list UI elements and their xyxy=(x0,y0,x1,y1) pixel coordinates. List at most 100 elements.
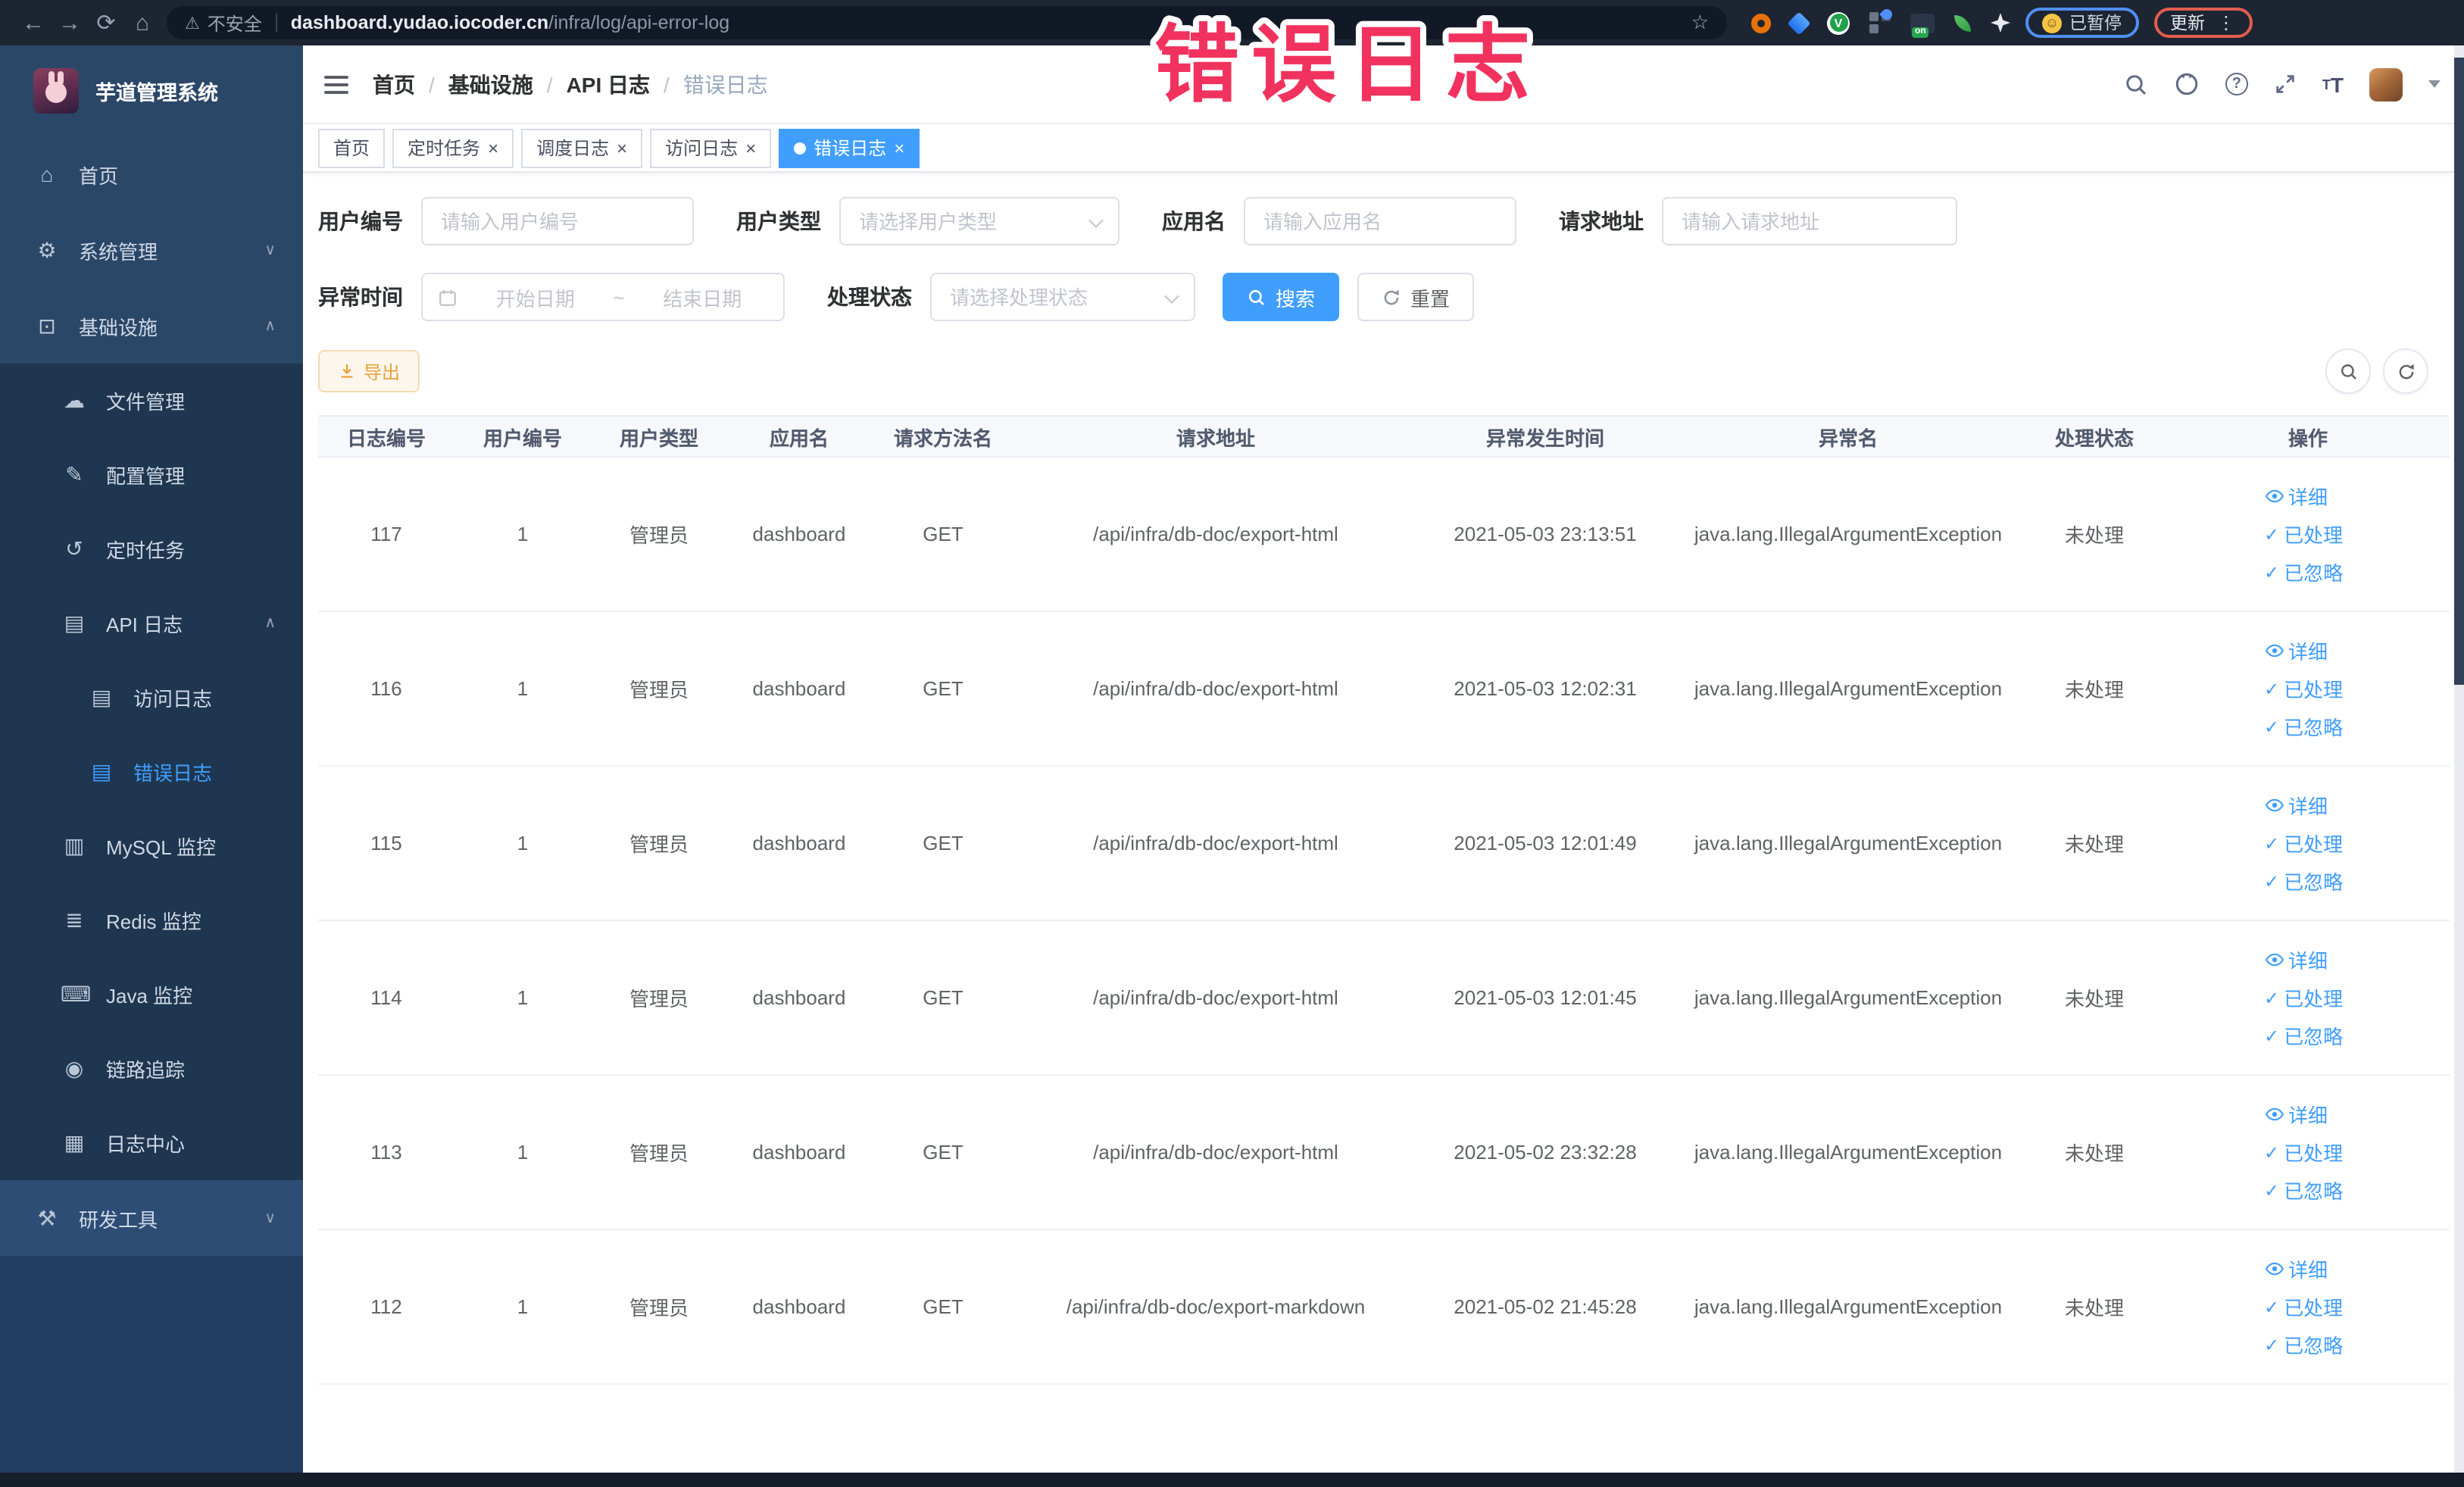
sidebar-item[interactable]: 系统管理 ∨ xyxy=(0,212,303,288)
mark-ignored-link[interactable]: ✓ 已忽略 xyxy=(2264,1330,2343,1359)
breadcrumb-item[interactable]: API 日志 xyxy=(567,69,683,99)
hamburger-icon[interactable] xyxy=(324,75,348,93)
mark-ignored-link[interactable]: ✓ 已忽略 xyxy=(2264,1176,2343,1204)
mark-processed-link[interactable]: ✓ 已处理 xyxy=(2264,829,2343,858)
search-button[interactable]: 搜索 xyxy=(1223,273,1340,321)
not-secure-label[interactable]: 不安全 xyxy=(208,10,262,36)
status-label: 处理状态 xyxy=(827,285,912,309)
error-log-table: 日志编号 用户编号 用户类型 应用名 请求方法名 请求地址 异常发生时间 异常名… xyxy=(318,415,2450,1385)
scrollbar-thumb[interactable] xyxy=(2454,58,2464,685)
cell-log-id: 115 xyxy=(370,832,402,854)
extension-shield-icon[interactable] xyxy=(1787,11,1811,35)
search-icon[interactable] xyxy=(2124,72,2148,96)
detail-link[interactable]: 详细 xyxy=(2264,636,2328,665)
sidebar-item[interactable]: Redis 监控 xyxy=(0,883,303,957)
close-icon[interactable]: × xyxy=(617,139,627,157)
extension-leaf-icon[interactable] xyxy=(1954,14,1971,31)
browser-forward-icon[interactable]: → xyxy=(52,10,88,36)
close-icon[interactable]: × xyxy=(488,139,498,157)
sidebar-item[interactable]: 首页 xyxy=(0,136,303,212)
cell-user-id: 1 xyxy=(517,986,529,1009)
menu-icon xyxy=(61,833,88,859)
refresh-button[interactable] xyxy=(2383,348,2428,394)
menu-icon xyxy=(33,237,61,263)
cell-status: 未处理 xyxy=(2064,1297,2124,1320)
check-icon: ✓ xyxy=(2264,1296,2280,1317)
browser-back-icon[interactable]: ← xyxy=(15,10,52,36)
avatar[interactable] xyxy=(2369,67,2403,101)
detail-link[interactable]: 详细 xyxy=(2264,1100,2328,1129)
sidebar-item[interactable]: Java 监控 xyxy=(0,957,303,1032)
tab[interactable]: 首页 xyxy=(318,128,386,167)
detail-link[interactable]: 详细 xyxy=(2264,791,2328,820)
detail-link[interactable]: 详细 xyxy=(2264,945,2328,974)
bookmark-star-icon[interactable]: ☆ xyxy=(1691,11,1709,35)
sidebar-item-label: Redis 监控 xyxy=(106,911,201,933)
font-size-icon[interactable]: TT xyxy=(2322,72,2344,96)
help-icon[interactable]: ? xyxy=(2225,73,2248,95)
extensions-puzzle-icon[interactable] xyxy=(1991,13,2010,33)
user-id-input[interactable] xyxy=(421,197,694,245)
github-icon[interactable] xyxy=(2174,71,2200,97)
user-type-select[interactable] xyxy=(839,197,1120,245)
sidebar-item[interactable]: 访问日志 xyxy=(0,661,303,735)
sidebar-item[interactable]: MySQL 监控 xyxy=(0,809,303,883)
date-range-picker[interactable]: 开始日期 ~ 结束日期 xyxy=(421,273,785,321)
sidebar-item[interactable]: API 日志 ∧ xyxy=(0,586,303,661)
address-bar[interactable]: ⚠ 不安全 dashboard.yudao.iocoder.cn /infra/… xyxy=(167,6,1727,39)
request-url-input[interactable] xyxy=(1662,197,1957,245)
sidebar-item[interactable]: 文件管理 xyxy=(0,364,303,438)
mark-processed-link[interactable]: ✓ 已处理 xyxy=(2264,674,2343,703)
chevron-icon: ∧ xyxy=(264,317,276,334)
mark-ignored-link[interactable]: ✓ 已忽略 xyxy=(2264,558,2343,586)
app-name-input[interactable] xyxy=(1244,197,1516,245)
mark-ignored-link[interactable]: ✓ 已忽略 xyxy=(2264,1021,2343,1050)
sidebar-item[interactable]: 配置管理 xyxy=(0,438,303,512)
export-button[interactable]: 导出 xyxy=(318,350,420,392)
sidebar-item[interactable]: 链路追踪 xyxy=(0,1032,303,1106)
breadcrumb-item[interactable]: 首页 xyxy=(373,69,448,99)
sidebar-item[interactable]: 错误日志 xyxy=(0,735,303,809)
update-button[interactable]: 更新 ⋮ xyxy=(2153,8,2252,38)
sidebar-item[interactable]: 定时任务 xyxy=(0,512,303,586)
mark-processed-link[interactable]: ✓ 已处理 xyxy=(2264,1138,2343,1167)
extension-v-icon[interactable]: V xyxy=(1827,11,1850,34)
mark-ignored-link[interactable]: ✓ 已忽略 xyxy=(2264,712,2343,741)
check-icon: ✓ xyxy=(2264,561,2280,583)
breadcrumb-item[interactable]: 错误日志 xyxy=(683,69,768,99)
tab[interactable]: 调度日志 × xyxy=(521,128,643,167)
detail-link[interactable]: 详细 xyxy=(2264,1254,2328,1283)
breadcrumb-item[interactable]: 基础设施 xyxy=(448,69,567,99)
extension-switch-icon[interactable]: on xyxy=(1910,13,1935,37)
paused-badge[interactable]: ☺ 已暂停 xyxy=(2025,8,2138,38)
tab[interactable]: 定时任务 × xyxy=(392,128,514,167)
mark-ignored-link[interactable]: ✓ 已忽略 xyxy=(2264,867,2343,895)
sidebar-item[interactable]: 日志中心 xyxy=(0,1106,303,1180)
tab[interactable]: 错误日志 × xyxy=(779,128,920,167)
reset-button[interactable]: 重置 xyxy=(1357,273,1475,321)
browser-home-icon[interactable]: ⌂ xyxy=(124,10,161,36)
browser-menu-icon[interactable]: ⋮ xyxy=(2217,12,2235,33)
caret-down-icon[interactable] xyxy=(2428,80,2441,88)
close-icon[interactable]: × xyxy=(894,139,904,157)
mark-processed-link[interactable]: ✓ 已处理 xyxy=(2264,1292,2343,1321)
fullscreen-icon[interactable] xyxy=(2274,73,2297,95)
browser-reload-icon[interactable]: ⟳ xyxy=(88,9,124,36)
detail-link[interactable]: 详细 xyxy=(2264,482,2328,511)
scrollbar-track[interactable] xyxy=(2454,45,2464,1473)
status-select[interactable] xyxy=(930,273,1195,321)
toggle-search-button[interactable] xyxy=(2325,348,2371,394)
cell-app-name: dashboard xyxy=(752,832,846,854)
sidebar-item-label: 系统管理 xyxy=(79,240,158,263)
sidebar: 芋道管理系统 首页 系统管理 ∨ 基础设施 ∧ xyxy=(0,45,303,1487)
tab[interactable]: 访问日志 × xyxy=(650,128,772,167)
sidebar-item[interactable]: 基础设施 ∧ xyxy=(0,288,303,364)
mark-processed-link[interactable]: ✓ 已处理 xyxy=(2264,983,2343,1012)
mark-processed-link[interactable]: ✓ 已处理 xyxy=(2264,520,2343,548)
app-logo[interactable]: 芋道管理系统 xyxy=(0,45,303,136)
sidebar-item[interactable]: 研发工具 ∨ xyxy=(0,1180,303,1256)
close-icon[interactable]: × xyxy=(745,139,756,157)
column-header: 请求方法名 xyxy=(893,426,992,449)
extension-grid-icon[interactable] xyxy=(1869,7,1894,33)
extension-orange-icon[interactable] xyxy=(1751,13,1771,33)
